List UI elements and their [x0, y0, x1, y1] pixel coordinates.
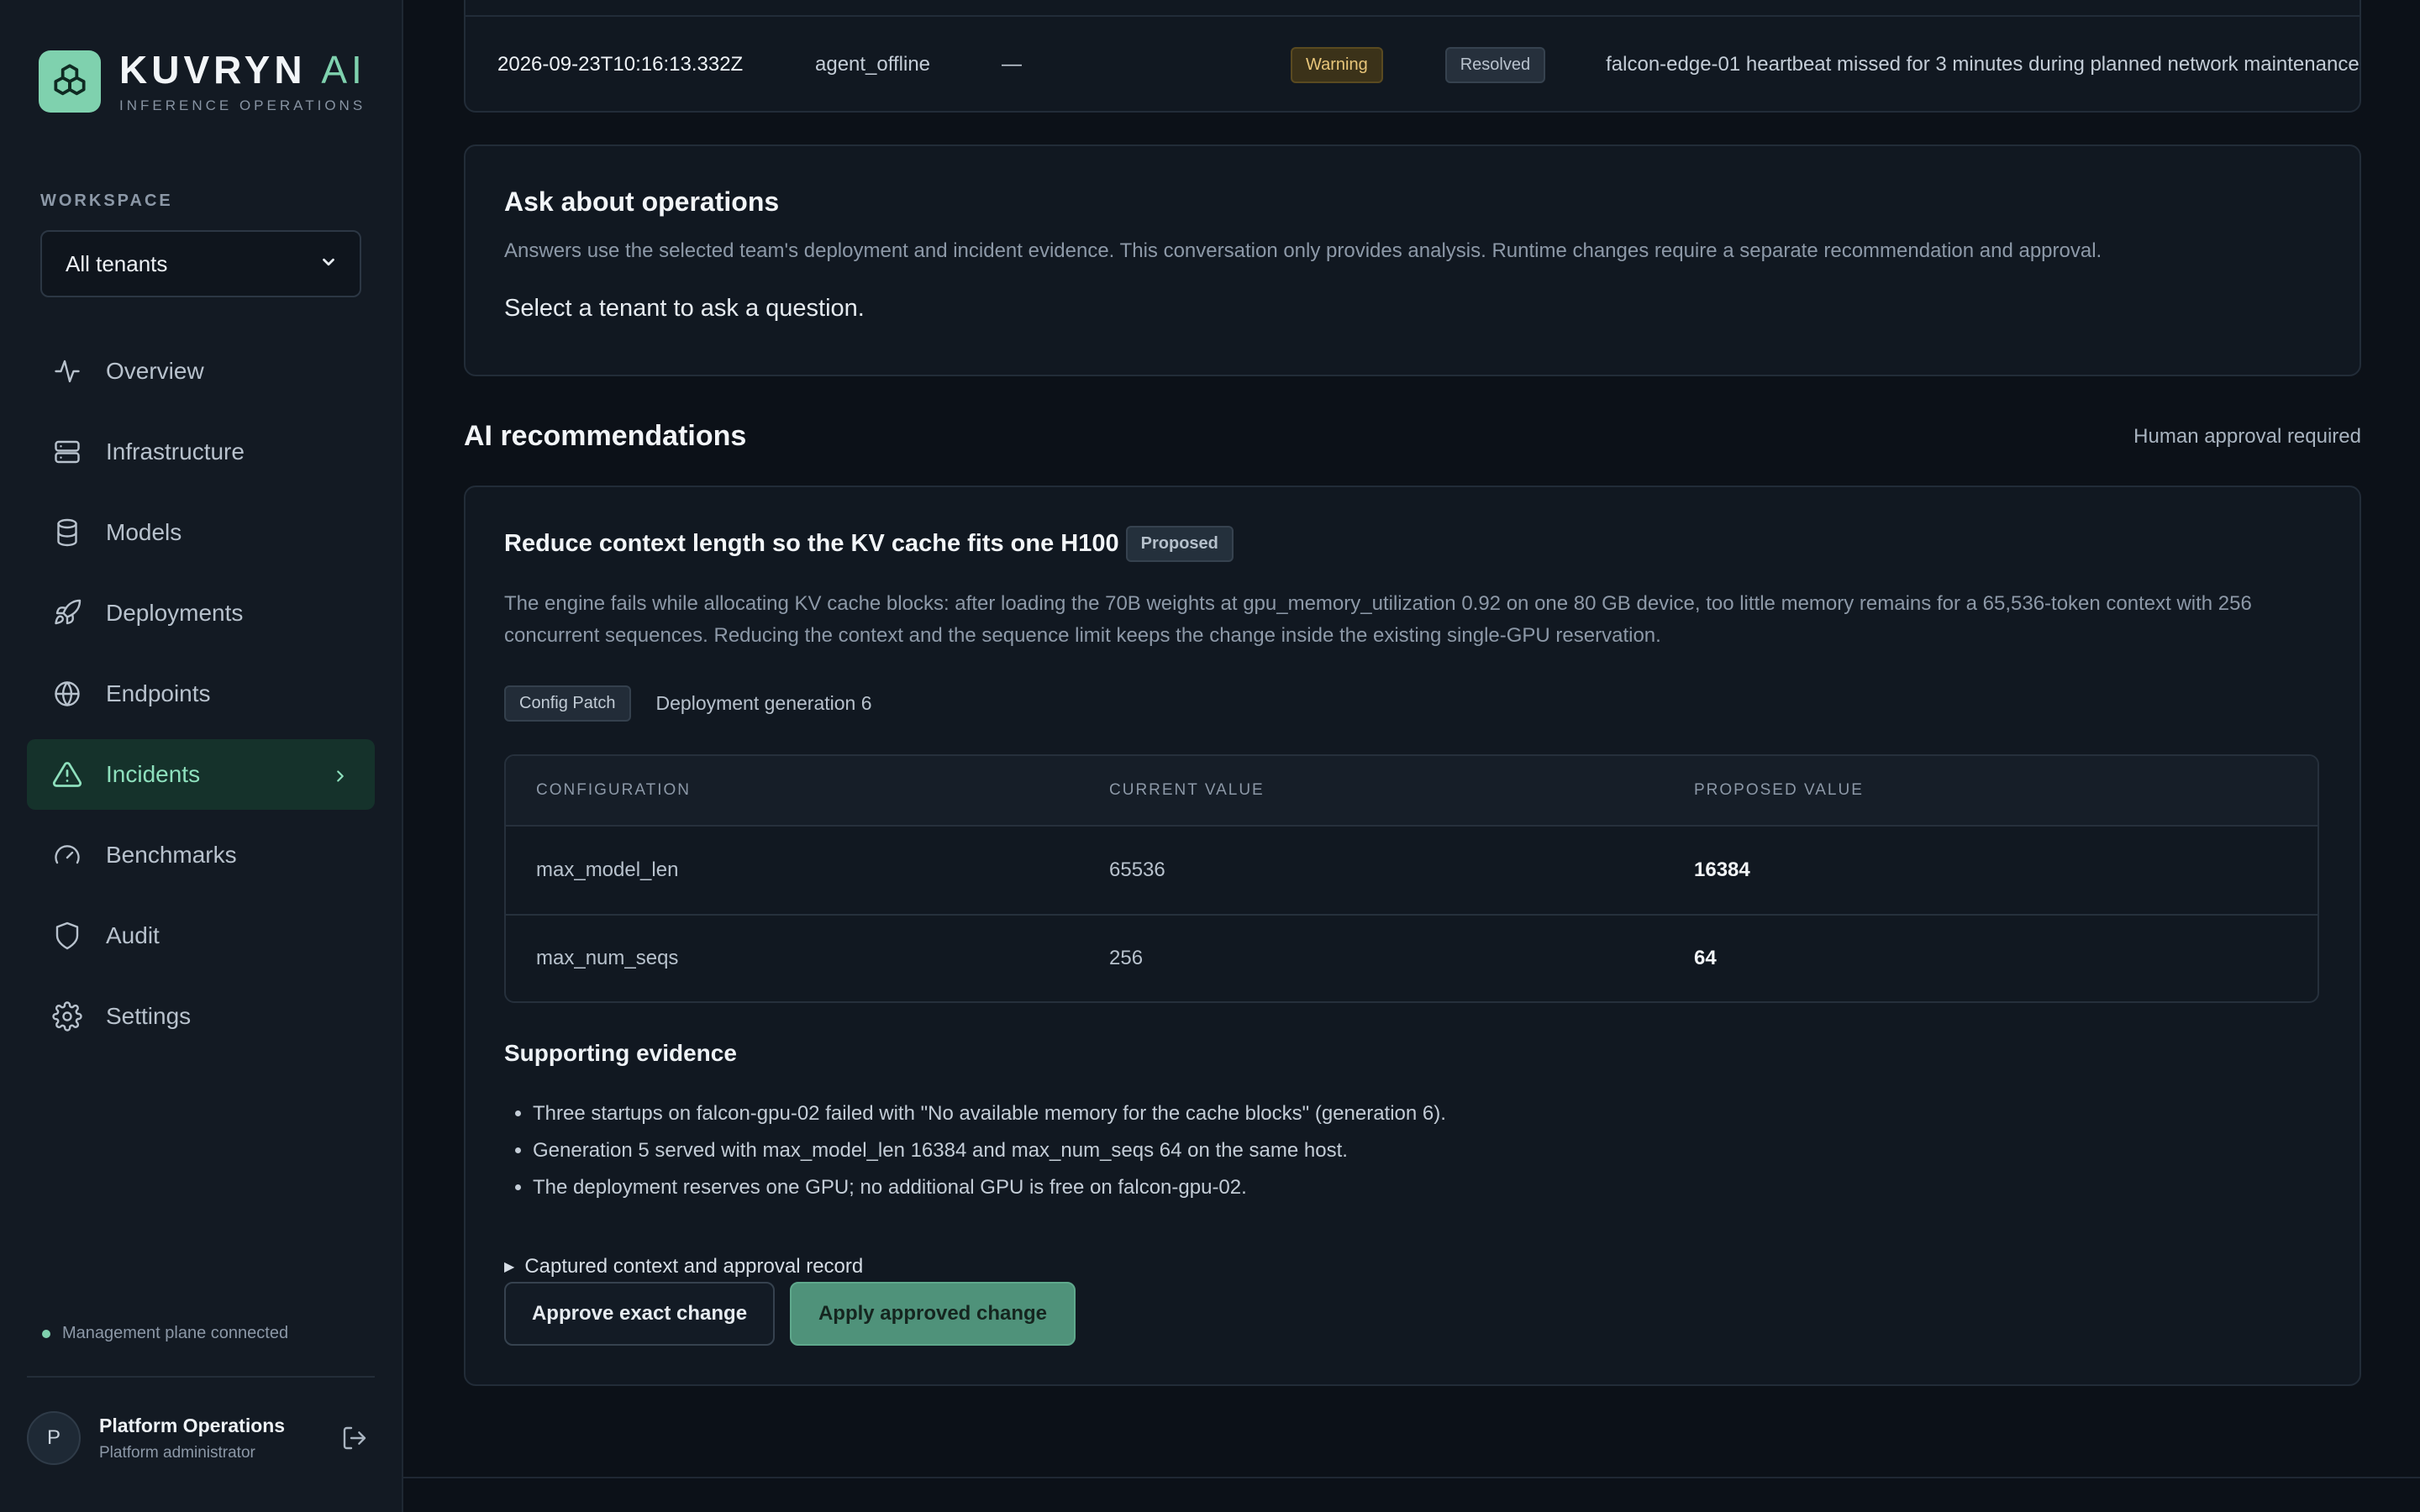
sidebar-item-label: Settings: [106, 1003, 192, 1029]
user-role: Platform administrator: [99, 1443, 255, 1462]
sidebar-item-models[interactable]: Models: [27, 497, 375, 568]
config-patch-tag: Config Patch: [504, 685, 631, 722]
recommendation-card: Reduce context length so the KV cache fi…: [464, 486, 2361, 1386]
sidebar-item-deployments[interactable]: Deployments: [27, 578, 375, 648]
avatar[interactable]: P: [27, 1411, 81, 1465]
list-item: Three startups on falcon-gpu-02 failed w…: [533, 1095, 2213, 1132]
brand-tagline: INFERENCE OPERATIONS: [119, 97, 366, 113]
sidebar-item-audit[interactable]: Audit: [27, 900, 375, 971]
incident-message: falcon-edge-01 heartbeat missed for 3 mi…: [1606, 53, 2360, 76]
server-icon: [49, 433, 86, 470]
kuvryn-logo-icon: [39, 50, 101, 113]
activity-icon: [49, 353, 86, 390]
sidebar-item-label: Benchmarks: [106, 842, 237, 868]
brand[interactable]: KUVRYN AI INFERENCE OPERATIONS: [39, 49, 366, 114]
incident-type: agent_offline: [815, 53, 931, 76]
workspace-selected: All tenants: [66, 250, 168, 276]
alert-triangle-icon: [49, 756, 86, 793]
rocket-icon: [49, 595, 86, 632]
globe-icon: [49, 675, 86, 712]
sidebar-item-endpoints[interactable]: Endpoints: [27, 659, 375, 729]
recommendation-actions: Approve exact change Apply approved chan…: [504, 1282, 1076, 1346]
config-table: CONFIGURATION CURRENT VALUE PROPOSED VAL…: [504, 754, 2319, 1003]
sidebar: KUVRYN AI INFERENCE OPERATIONS WORKSPACE…: [0, 0, 403, 1512]
sidebar-item-overview[interactable]: Overview: [27, 336, 375, 407]
database-icon: [49, 514, 86, 551]
severity-badge: Warning: [1291, 46, 1383, 83]
sidebar-item-infrastructure[interactable]: Infrastructure: [27, 417, 375, 487]
context-details-label: Captured context and approval record: [524, 1255, 864, 1278]
app-shell: KUVRYN AI INFERENCE OPERATIONS WORKSPACE…: [0, 0, 2420, 1512]
sidebar-item-benchmarks[interactable]: Benchmarks: [27, 820, 375, 890]
sidebar-item-label: Deployments: [106, 600, 244, 626]
user-profile: P Platform Operations Platform administr…: [27, 1411, 375, 1465]
ask-description: Answers use the selected team's deployme…: [504, 239, 2102, 262]
proposed-value: 16384: [1694, 858, 1750, 881]
sidebar-item-label: Endpoints: [106, 680, 211, 706]
ask-operations-panel: Ask about operations Answers use the sel…: [464, 144, 2361, 376]
recommendations-title: AI recommendations: [464, 420, 747, 452]
deployment-generation: Deployment generation 6: [655, 692, 872, 714]
table-row: max_model_len 65536 16384: [506, 827, 2317, 914]
column-header: CURRENT VALUE: [1109, 781, 1265, 799]
ask-prompt: Select a tenant to ask a question.: [504, 295, 865, 322]
table-row[interactable]: 2026-09-23T10:16:13.332Z agent_offline —…: [466, 17, 2360, 111]
user-name: Platform Operations: [99, 1414, 286, 1436]
approve-button[interactable]: Approve exact change: [504, 1282, 775, 1346]
sidebar-item-label: Audit: [106, 922, 160, 948]
chevron-right-icon: [331, 764, 350, 791]
logout-icon[interactable]: [341, 1425, 368, 1456]
proposed-value: 64: [1694, 947, 1717, 969]
incident-timestamp: 2026-09-23T10:16:13.332Z: [497, 53, 744, 76]
triangle-right-icon: ▶: [504, 1260, 515, 1274]
sidebar-nav: Overview Infrastructure Models Deploymen…: [27, 336, 375, 1062]
sidebar-item-label: Infrastructure: [106, 438, 245, 465]
connection-status-text: Management plane connected: [62, 1324, 289, 1342]
sidebar-item-incidents[interactable]: Incidents: [27, 739, 375, 810]
ask-title: Ask about operations: [504, 186, 780, 217]
sidebar-item-label: Overview: [106, 358, 204, 384]
sidebar-item-settings[interactable]: Settings: [27, 981, 375, 1052]
recommendation-body: The engine fails while allocating KV cac…: [504, 592, 2252, 647]
gauge-icon: [49, 837, 86, 874]
config-table-header: CONFIGURATION CURRENT VALUE PROPOSED VAL…: [506, 756, 2317, 827]
workspace-label: WORKSPACE: [40, 192, 173, 210]
approval-note: Human approval required: [2133, 424, 2361, 448]
current-value: 65536: [1109, 858, 1165, 881]
shield-icon: [49, 917, 86, 954]
column-header: PROPOSED VALUE: [1694, 781, 1864, 799]
list-item: The deployment reserves one GPU; no addi…: [533, 1169, 2213, 1206]
status-badge: Resolved: [1444, 46, 1546, 83]
incident-table: 2026-09-23T10:16:13.332Z agent_offline —…: [464, 0, 2361, 113]
table-row: max_num_seqs 256 64: [506, 914, 2317, 1001]
footer-divider: [403, 1477, 2420, 1478]
recommendation-title: Reduce context length so the KV cache fi…: [504, 530, 1119, 557]
evidence-list: Three startups on falcon-gpu-02 failed w…: [533, 1095, 2213, 1206]
sidebar-item-label: Incidents: [106, 761, 201, 787]
list-item: Generation 5 served with max_model_len 1…: [533, 1132, 2213, 1169]
incident-empty-cell: —: [1002, 53, 1022, 76]
connection-status: Management plane connected: [42, 1324, 288, 1343]
main-content: 2026-09-23T10:16:13.332Z agent_offline —…: [403, 0, 2420, 1512]
column-header: CONFIGURATION: [536, 781, 691, 799]
recommendations-header: AI recommendations Human approval requir…: [464, 420, 2361, 453]
config-key: max_model_len: [536, 858, 679, 881]
status-dot-icon: [42, 1329, 50, 1338]
chevron-down-icon: [319, 251, 338, 277]
context-details-toggle[interactable]: ▶ Captured context and approval record: [504, 1255, 863, 1278]
evidence-title: Supporting evidence: [504, 1040, 737, 1066]
gear-icon: [49, 998, 86, 1035]
config-key: max_num_seqs: [536, 947, 679, 969]
apply-button[interactable]: Apply approved change: [790, 1282, 1076, 1346]
sidebar-divider: [27, 1376, 375, 1378]
current-value: 256: [1109, 947, 1144, 969]
workspace-select[interactable]: All tenants: [40, 230, 361, 297]
brand-name: KUVRYN AI: [119, 48, 366, 92]
sidebar-item-label: Models: [106, 519, 182, 545]
proposed-badge: Proposed: [1125, 526, 1234, 562]
